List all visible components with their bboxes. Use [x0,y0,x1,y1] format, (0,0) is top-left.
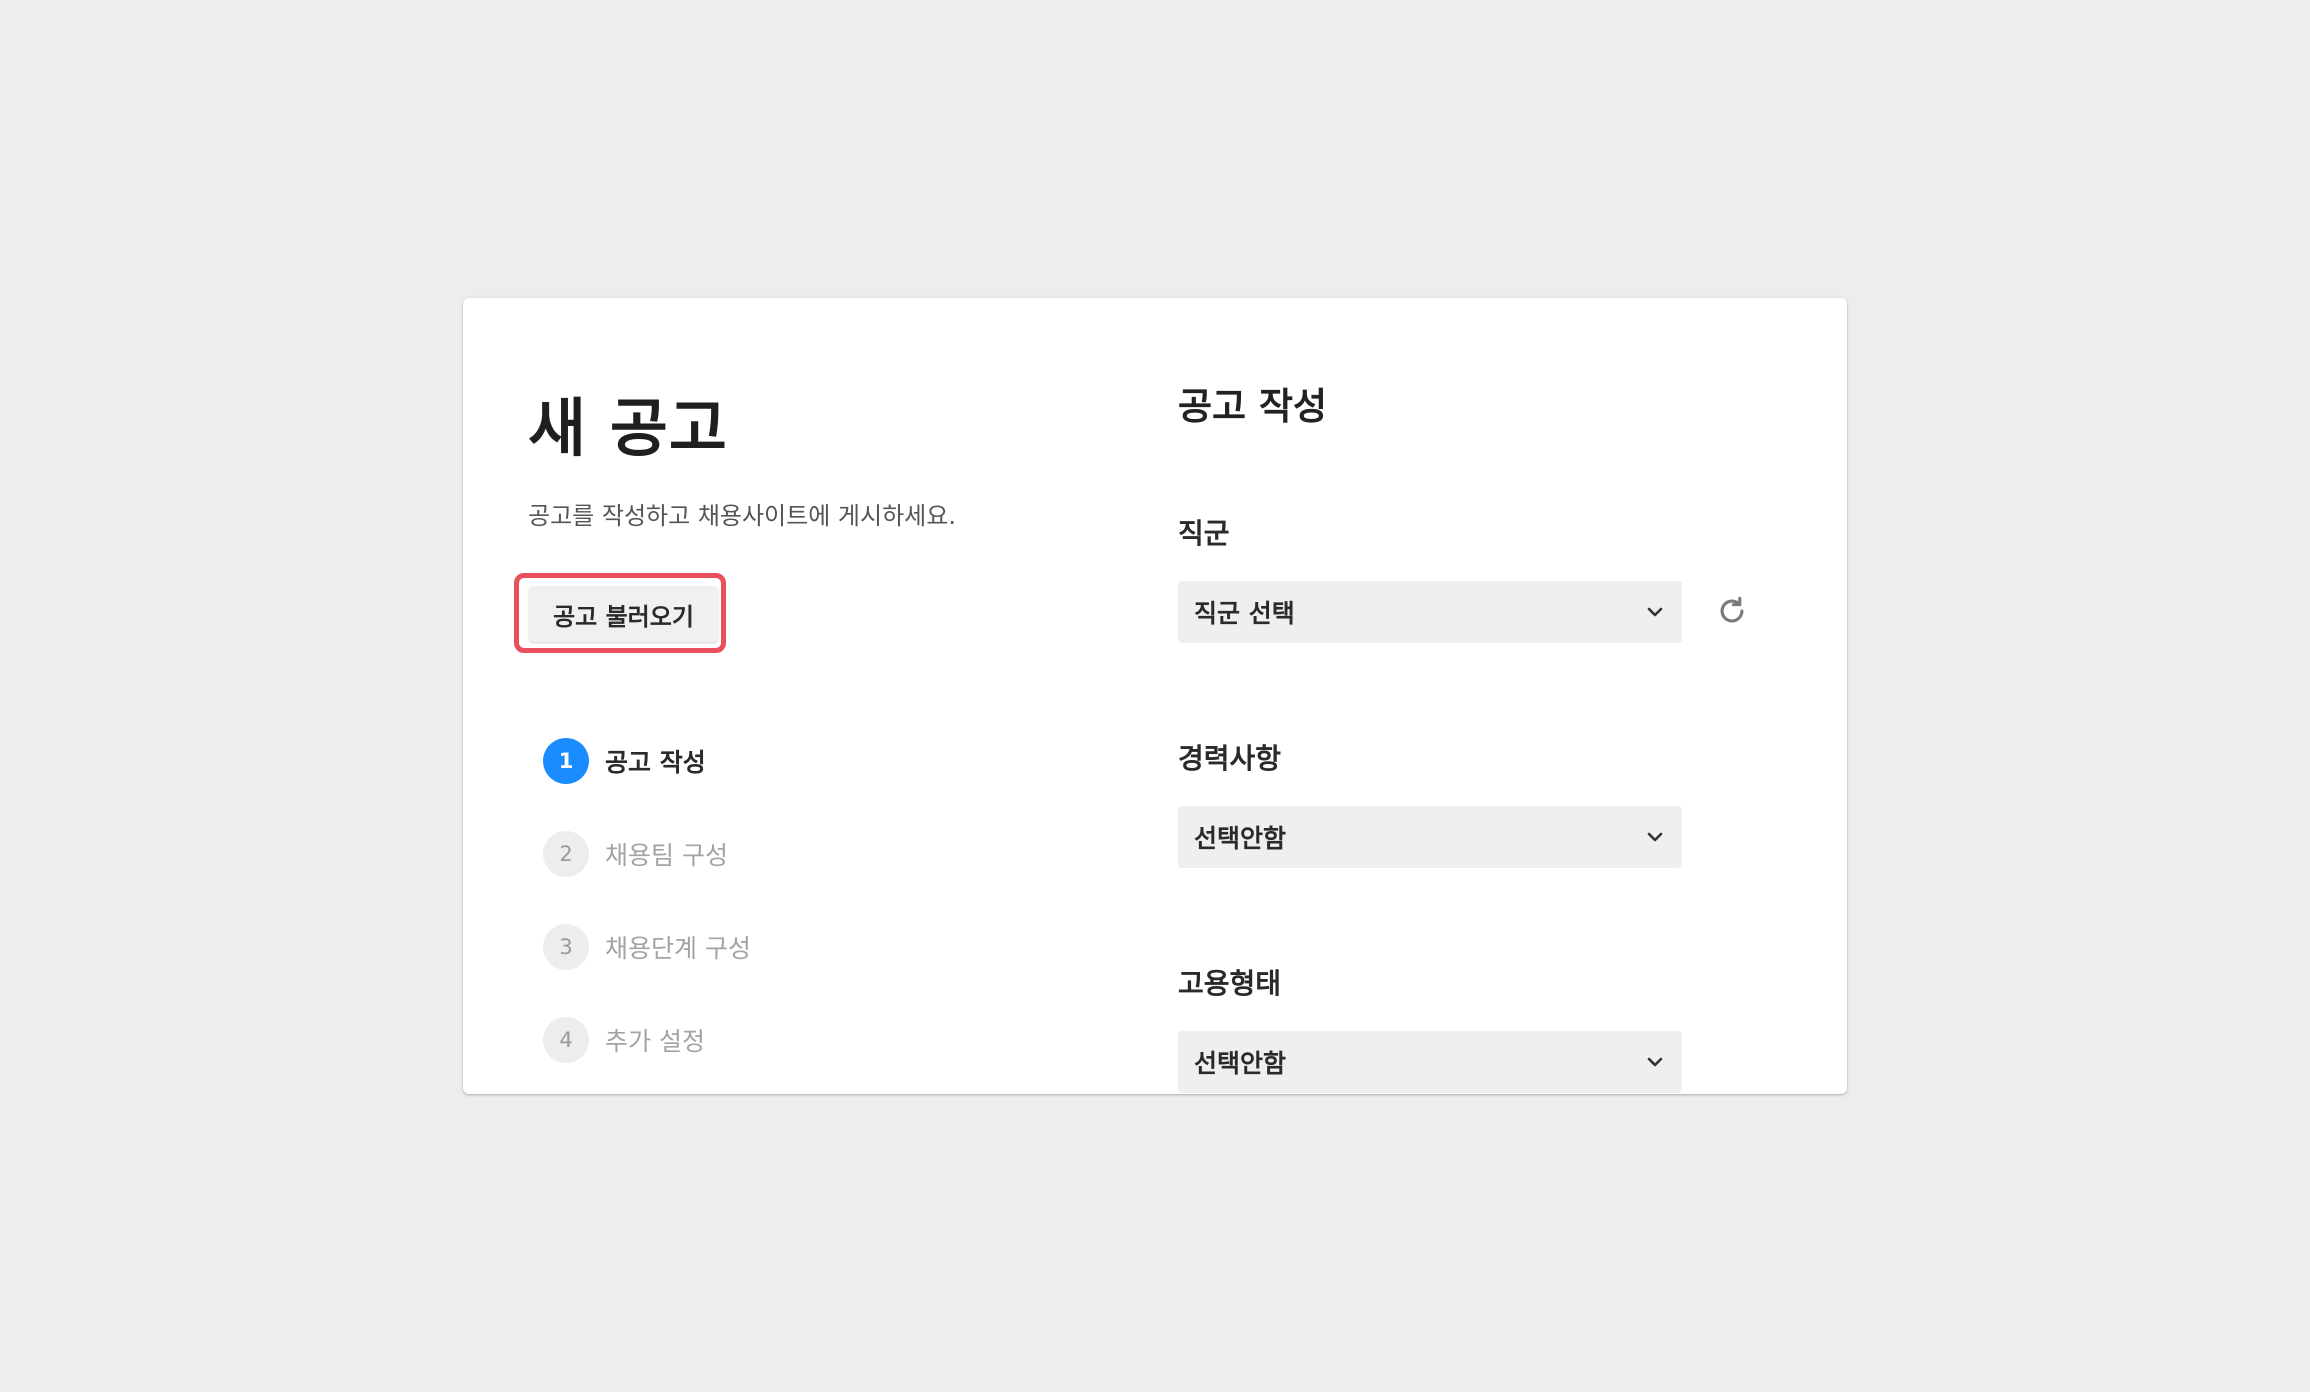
job-group-value: 직군 선택 [1194,599,1295,628]
step-number: 4 [543,1017,589,1063]
chevron-down-icon [1644,1051,1666,1073]
load-posting-button[interactable]: 공고 불러오기 [529,586,718,642]
experience-value: 선택안함 [1194,824,1287,853]
page-subtitle: 공고를 작성하고 채용사이트에 게시하세요. [528,502,956,530]
step-number: 3 [543,924,589,970]
chevron-down-icon [1644,826,1666,848]
step-label: 추가 설정 [605,1027,705,1056]
step-number: 2 [543,831,589,877]
employment-type-value: 선택안함 [1194,1049,1287,1078]
experience-label: 경력사항 [1178,742,1282,775]
step-item-4[interactable]: 4 추가 설정 [543,1017,705,1063]
new-posting-card: 새 공고 공고를 작성하고 채용사이트에 게시하세요. 공고 불러오기 1 공고… [463,298,1847,1094]
page-title: 새 공고 [528,392,728,465]
job-group-select[interactable]: 직군 선택 [1178,581,1682,643]
step-item-2[interactable]: 2 채용팀 구성 [543,831,728,877]
employment-type-select[interactable]: 선택안함 [1178,1031,1682,1093]
job-group-label: 직군 [1178,517,1230,550]
step-item-3[interactable]: 3 채용단계 구성 [543,924,751,970]
step-label: 채용단계 구성 [605,934,751,963]
form-section-title: 공고 작성 [1178,385,1328,428]
step-label: 채용팀 구성 [605,841,728,870]
step-label: 공고 작성 [605,748,706,777]
employment-type-label: 고용형태 [1178,967,1282,1000]
step-number: 1 [543,738,589,784]
refresh-icon[interactable] [1712,591,1752,631]
chevron-down-icon [1644,601,1666,623]
step-item-1[interactable]: 1 공고 작성 [543,738,706,784]
form-panel: 공고 작성 직군 직군 선택 경력사항 선택안함 고용형태 선택안함 [1178,298,1818,1094]
left-panel: 새 공고 공고를 작성하고 채용사이트에 게시하세요. 공고 불러오기 1 공고… [463,298,1103,1094]
experience-select[interactable]: 선택안함 [1178,806,1682,868]
